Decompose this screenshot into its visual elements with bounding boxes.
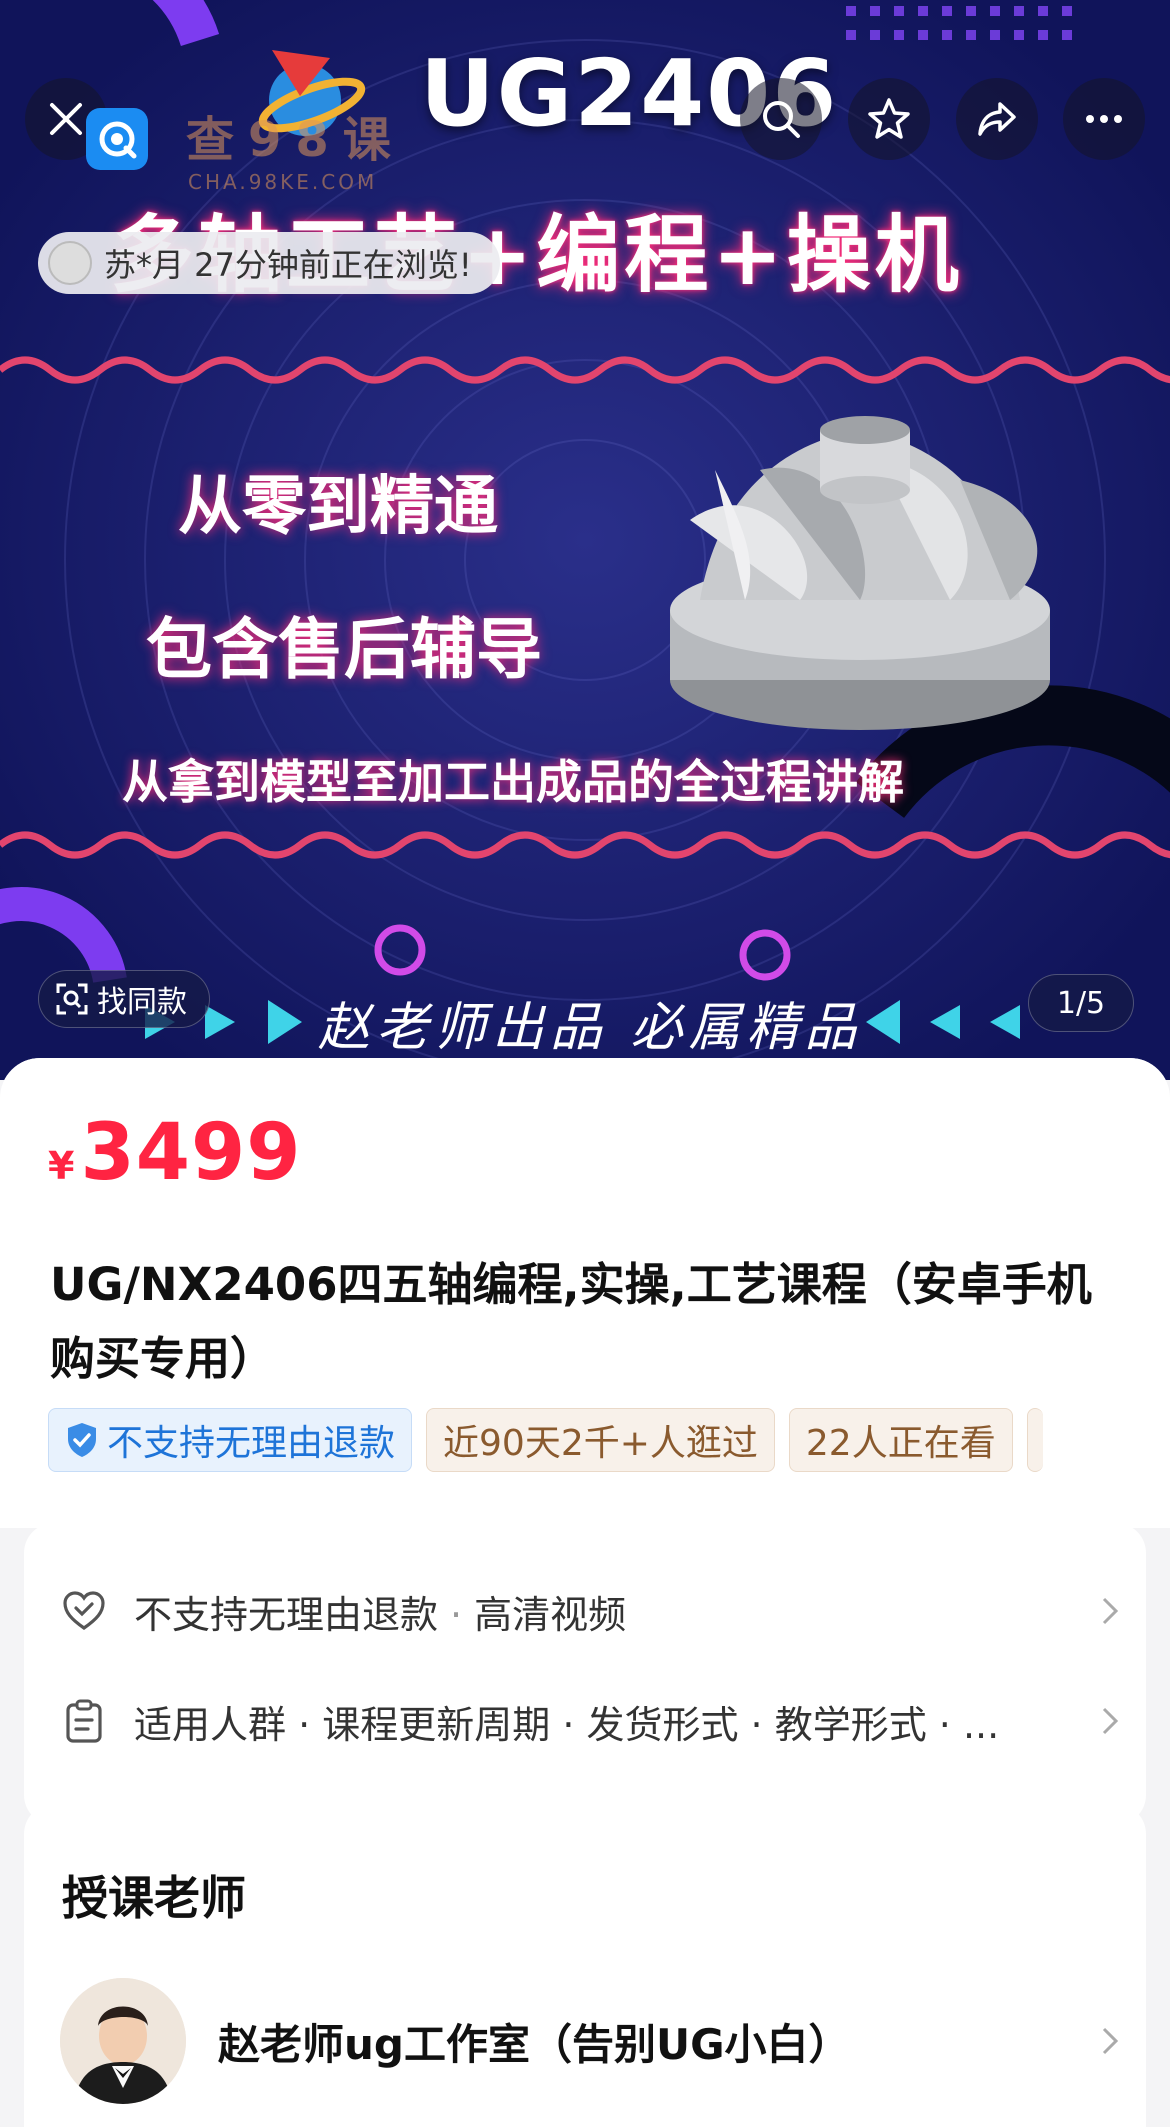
tag-visits-label: 近90天2千+人逛过 [443, 1423, 758, 1464]
product-detail-sheet: ¥ 3499 UG/NX2406四五轴编程,实操,工艺课程（安卓手机购买专用） … [0, 1058, 1170, 2127]
teacher-name: 赵老师ug工作室（告别UG小白） [218, 2019, 851, 2069]
heart-shield-icon [63, 1591, 105, 1630]
shield-check-icon [68, 1423, 96, 1457]
service-info-card: 不支持无理由退款 · 高清视频 适用人群 · 课程更新周期 · 发货形式 · 教学形… [24, 1523, 1146, 1825]
price: ¥ 3499 [48, 1108, 302, 1198]
app-logo-icon [99, 121, 137, 159]
banner-slogan-1: 从零到精通 [178, 470, 498, 544]
find-same-button[interactable]: 找同款 [38, 970, 210, 1028]
chevron-right-icon [1086, 1594, 1120, 1628]
favorite-button[interactable] [848, 78, 930, 160]
banner-signature: 赵老师出品 必属精品 [318, 998, 863, 1058]
app-badge [86, 108, 148, 170]
banner-slogan-3: 从拿到模型至加工出成品的全过程讲解 [122, 755, 904, 809]
scan-icon [56, 983, 88, 1015]
product-summary: ¥ 3499 UG/NX2406四五轴编程,实操,工艺课程（安卓手机购买专用） … [0, 1058, 1170, 1528]
more-button[interactable] [1063, 78, 1145, 160]
product-image-carousel[interactable]: 查98课 CHA.98KE.COM UG2406 多轴工艺+编程+操机 从零到精… [0, 0, 1170, 1080]
browser-avatar [48, 241, 92, 285]
params-icon-wrap [60, 1697, 108, 1745]
banner-slogan-2: 包含售后辅导 [146, 611, 542, 688]
more-icon [1086, 115, 1122, 123]
price-value: 3499 [80, 1108, 302, 1198]
clipboard-icon [66, 1699, 102, 1743]
teacher-avatar[interactable] [60, 1978, 186, 2104]
tag-watching: 22人正在看 [788, 1408, 1013, 1472]
teacher-heading: 授课老师 [62, 1871, 246, 1925]
share-button[interactable] [956, 78, 1038, 160]
course-params-text: 适用人群 · 课程更新周期 · 发货形式 · 教学形式 · ... [134, 1702, 1000, 1747]
find-same-label: 找同款 [97, 985, 187, 1020]
share-icon [978, 102, 1016, 136]
watermark-text: 查98课 [186, 112, 405, 168]
product-title: UG/NX2406四五轴编程,实操,工艺课程（安卓手机购买专用） [50, 1258, 1092, 1385]
tag-visits: 近90天2千+人逛过 [426, 1408, 775, 1472]
service-icon-wrap [60, 1587, 108, 1635]
tag-overflow [1026, 1408, 1043, 1472]
teacher-row[interactable]: 赵老师ug工作室（告别UG小白） [60, 1976, 1120, 2106]
close-icon [50, 103, 82, 135]
banner-decoration [0, 0, 1170, 1080]
service-no-return: 不支持无理由退款 [134, 1592, 439, 1637]
search-button[interactable] [740, 78, 822, 160]
service-row[interactable]: 不支持无理由退款 · 高清视频 [60, 1571, 1120, 1651]
price-currency: ¥ [48, 1144, 75, 1188]
tag-no-return[interactable]: 不支持无理由退款 [48, 1408, 413, 1472]
tag-no-return-label: 不支持无理由退款 [107, 1423, 396, 1464]
image-page-indicator: 1/5 [1028, 974, 1134, 1032]
teacher-card: 授课老师 赵老师ug工作室（告别UG小白） [24, 1804, 1146, 2127]
product-tags: 不支持无理由退款 近90天2千+人逛过 22人正在看 [48, 1408, 1043, 1472]
service-separator: · [450, 1592, 463, 1637]
tag-watching-label: 22人正在看 [805, 1423, 996, 1464]
chevron-right-icon [1086, 2024, 1120, 2058]
browsing-notice-text: 苏*月 27分钟前正在浏览! [104, 246, 472, 284]
chevron-right-icon [1086, 1704, 1120, 1738]
star-icon [868, 98, 910, 139]
browsing-notice: 苏*月 27分钟前正在浏览! [38, 232, 500, 294]
service-hd-video: 高清视频 [474, 1592, 627, 1637]
course-params-row[interactable]: 适用人群 · 课程更新周期 · 发货形式 · 教学形式 · ... [60, 1681, 1120, 1761]
search-icon [763, 101, 800, 138]
